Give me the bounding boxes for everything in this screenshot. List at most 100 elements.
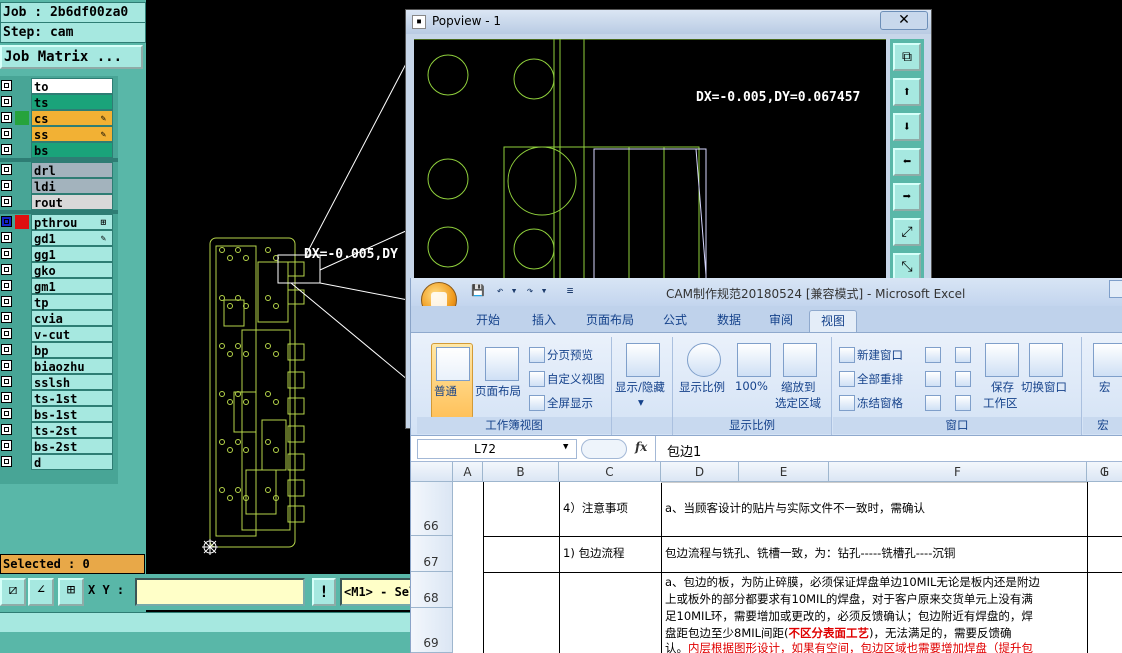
layer-status-swatch[interactable] <box>15 295 29 309</box>
side-by-side-icon[interactable] <box>955 347 971 363</box>
layer-status-swatch[interactable] <box>15 279 29 293</box>
layer-name[interactable]: ss ✎ <box>31 126 113 142</box>
layer-row-bs-2st[interactable]: bs-2st <box>0 438 118 454</box>
layer-checkbox[interactable] <box>1 180 12 191</box>
redo-icon[interactable]: ↷ <box>523 284 537 298</box>
page-break-button[interactable]: 分页预览 <box>547 347 593 363</box>
freeze-panes-button[interactable]: 冻结窗格 <box>857 395 903 411</box>
layer-status-swatch[interactable] <box>15 455 29 469</box>
popview-tool-button[interactable]: ⬅ <box>893 148 921 176</box>
layer-status-swatch[interactable] <box>15 359 29 373</box>
cell-d68-line3[interactable]: 足10MIL环，需要增加或更改的，必须反馈确认；包边附近有焊盘的，焊 <box>665 608 1033 625</box>
popview-tool-button[interactable]: ⬆ <box>893 78 921 106</box>
layer-checkbox[interactable] <box>1 328 12 339</box>
tab-3[interactable]: 公式 <box>653 310 697 332</box>
layer-status-swatch[interactable] <box>15 263 29 277</box>
tab-6[interactable]: 视图 <box>809 310 857 333</box>
layer-row-ts-1st[interactable]: ts-1st <box>0 390 118 406</box>
cell-d69-line5[interactable]: 认。内层根据图形设计，如果有空间，包边区域也需要增加焊盘（提升包 <box>665 640 1033 653</box>
layer-checkbox[interactable] <box>1 344 12 355</box>
layer-name[interactable]: gko <box>31 262 113 278</box>
layer-checkbox[interactable] <box>1 296 12 307</box>
tab-1[interactable]: 插入 <box>521 310 567 332</box>
xy-input[interactable] <box>135 578 305 606</box>
tab-5[interactable]: 审阅 <box>759 310 803 332</box>
name-box-dropdown-icon[interactable]: ▼ <box>563 442 568 452</box>
layer-status-swatch[interactable] <box>15 163 29 177</box>
row-header[interactable]: 68 <box>411 572 453 608</box>
popview-tool-button[interactable]: ⤢ <box>893 218 921 246</box>
sync-scroll-icon[interactable] <box>955 371 971 387</box>
layer-name[interactable]: biaozhu <box>31 358 113 374</box>
worksheet-grid[interactable]: 66 67 68 69 4）注意事项 a、当顾客设计的贴片与实际文件不一致时，需… <box>411 482 1122 653</box>
layer-row-gg1[interactable]: gg1 <box>0 246 118 262</box>
layer-checkbox[interactable] <box>1 408 12 419</box>
layer-row-cs[interactable]: cs ✎ <box>0 110 118 126</box>
layer-status-swatch[interactable] <box>15 179 29 193</box>
layer-name[interactable]: d <box>31 454 113 470</box>
zoom-100-button[interactable]: 100% <box>735 379 768 393</box>
layer-name[interactable]: tp <box>31 294 113 310</box>
layer-checkbox[interactable] <box>1 440 12 451</box>
column-header-E[interactable]: E <box>739 462 829 482</box>
layer-checkbox[interactable] <box>1 112 12 123</box>
layer-status-swatch[interactable] <box>15 215 29 229</box>
column-header-A[interactable]: A <box>453 462 483 482</box>
layer-checkbox[interactable] <box>1 312 12 323</box>
cell-c66[interactable]: 4）注意事项 <box>563 500 628 517</box>
column-header-B[interactable]: B <box>483 462 559 482</box>
layer-checkbox[interactable] <box>1 164 12 175</box>
name-box[interactable]: L72 <box>417 439 577 459</box>
layer-name[interactable]: bs-1st <box>31 406 113 422</box>
layer-name[interactable]: cs ✎ <box>31 110 113 126</box>
layer-name[interactable]: ts <box>31 94 113 110</box>
layer-row-tp[interactable]: tp <box>0 294 118 310</box>
column-header-F[interactable]: F <box>829 462 1087 482</box>
customize-qat-icon[interactable]: ≡ <box>563 284 577 298</box>
layer-row-biaozhu[interactable]: biaozhu <box>0 358 118 374</box>
layer-row-ldi[interactable]: ldi <box>0 178 118 194</box>
layer-checkbox[interactable] <box>1 456 12 467</box>
layer-checkbox[interactable] <box>1 80 12 91</box>
arrange-all-button[interactable]: 全部重排 <box>857 371 903 387</box>
layer-name[interactable]: gd1 ✎ <box>31 230 113 246</box>
insert-function-button[interactable]: fx <box>635 440 647 454</box>
layer-checkbox[interactable] <box>1 376 12 387</box>
layer-status-swatch[interactable] <box>15 311 29 325</box>
tab-2[interactable]: 页面布局 <box>577 310 643 332</box>
zoom-selection-button[interactable]: 缩放到 <box>781 379 816 395</box>
cell-d66[interactable]: a、当顾客设计的贴片与实际文件不一致时，需确认 <box>665 500 925 517</box>
row-header[interactable]: 66 <box>411 482 453 536</box>
command-button[interactable]: ! <box>312 578 336 606</box>
save-workspace-button[interactable]: 保存 <box>991 379 1014 395</box>
minimize-button[interactable] <box>1109 280 1122 298</box>
layer-checkbox[interactable] <box>1 128 12 139</box>
layer-status-swatch[interactable] <box>15 407 29 421</box>
layer-name[interactable]: to <box>31 78 113 94</box>
layer-row-gd1[interactable]: gd1 ✎ <box>0 230 118 246</box>
layer-checkbox[interactable] <box>1 248 12 259</box>
layer-row-pthrou[interactable]: pthrou ⊞ <box>0 214 118 230</box>
cell-d68-line1[interactable]: a、包边的板，为防止碎膜，必须保证焊盘单边10MIL无论是板内还是附边 <box>665 574 1040 591</box>
layer-status-swatch[interactable] <box>15 195 29 209</box>
formula-input[interactable]: 包边1 <box>667 441 701 460</box>
tab-4[interactable]: 数据 <box>707 310 751 332</box>
layer-name[interactable]: drl <box>31 162 113 178</box>
job-matrix-button[interactable]: Job Matrix ... <box>0 45 143 69</box>
popview-tool-button[interactable]: ⧉ <box>893 43 921 71</box>
layer-status-swatch[interactable] <box>15 343 29 357</box>
unhide-icon[interactable] <box>925 395 941 411</box>
layer-checkbox[interactable] <box>1 216 12 227</box>
layer-status-swatch[interactable] <box>15 231 29 245</box>
undo-icon[interactable]: ↶ <box>493 284 507 298</box>
layer-name[interactable]: gm1 <box>31 278 113 294</box>
layer-row-to[interactable]: to <box>0 78 118 94</box>
layer-name[interactable]: bs-2st <box>31 438 113 454</box>
layer-name[interactable]: v-cut <box>31 326 113 342</box>
zoom-fit-button[interactable]: ⧄ <box>0 578 26 606</box>
layer-checkbox[interactable] <box>1 392 12 403</box>
layer-status-swatch[interactable] <box>15 127 29 141</box>
layer-name[interactable]: sslsh <box>31 374 113 390</box>
layer-name[interactable]: rout <box>31 194 113 210</box>
redo-dropdown-icon[interactable]: ▾ <box>537 284 551 298</box>
